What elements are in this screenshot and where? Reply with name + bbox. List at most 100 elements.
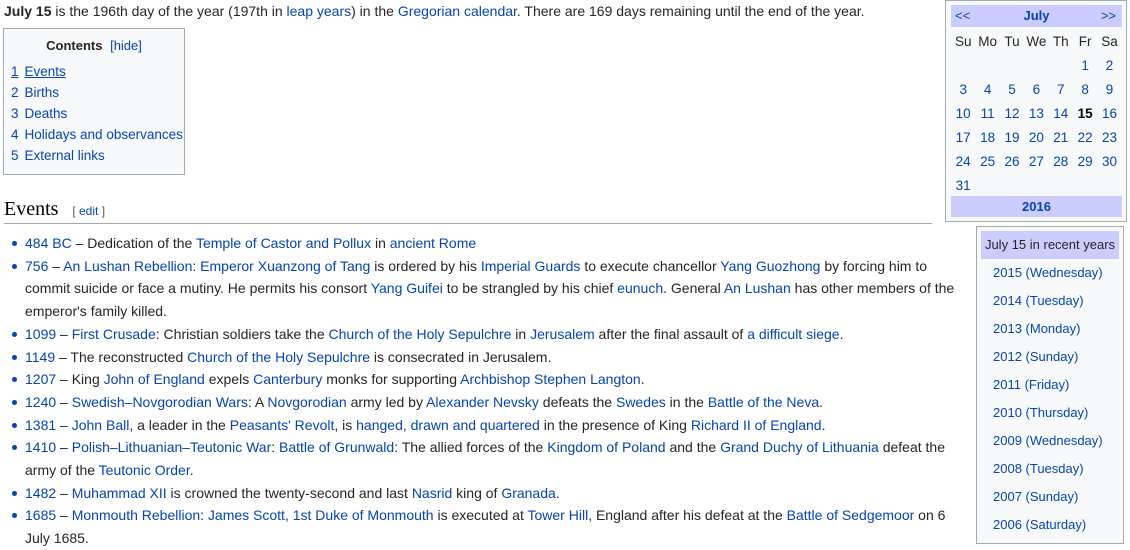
event-link[interactable]: Grand Duchy of Lithuania bbox=[720, 439, 879, 455]
recent-year-link[interactable]: 2010 (Thursday) bbox=[977, 399, 1123, 427]
event-link[interactable]: 1482 bbox=[25, 485, 56, 501]
calendar-day[interactable]: 19 bbox=[1000, 130, 1024, 145]
recent-year-link[interactable]: 2006 (Saturday) bbox=[977, 511, 1123, 539]
recent-year-link[interactable]: 2012 (Sunday) bbox=[977, 343, 1123, 371]
event-link[interactable]: 1381 bbox=[25, 417, 56, 433]
event-link[interactable]: 1099 bbox=[25, 326, 56, 342]
calendar-day[interactable]: 3 bbox=[951, 82, 975, 97]
calendar-day[interactable]: 2 bbox=[1097, 58, 1121, 73]
calendar-day[interactable]: 27 bbox=[1024, 154, 1048, 169]
recent-year-link[interactable]: 2015 (Wednesday) bbox=[977, 259, 1123, 287]
recent-year-link[interactable]: 2014 (Tuesday) bbox=[977, 287, 1123, 315]
recent-year-link[interactable]: 2009 (Wednesday) bbox=[977, 427, 1123, 455]
calendar-day[interactable]: 18 bbox=[975, 130, 999, 145]
event-link[interactable]: Archbishop Stephen Langton bbox=[460, 371, 641, 387]
event-link[interactable]: Swedish–Novgorodian Wars bbox=[72, 394, 248, 410]
calendar-year[interactable]: 2016 bbox=[951, 196, 1122, 217]
event-link[interactable]: Monmouth Rebellion bbox=[72, 507, 200, 523]
event-link[interactable]: Battle of the Neva bbox=[708, 394, 819, 410]
event-link[interactable]: ancient Rome bbox=[390, 235, 476, 251]
calendar-day[interactable]: 21 bbox=[1049, 130, 1073, 145]
toc-item[interactable]: 4 Holidays and observances bbox=[11, 124, 184, 145]
toc-item[interactable]: 2 Births bbox=[11, 82, 184, 103]
calendar-day[interactable]: 7 bbox=[1049, 82, 1073, 97]
event-link[interactable]: An Lushan Rebellion bbox=[63, 258, 192, 274]
event-link[interactable]: Nasrid bbox=[412, 485, 452, 501]
event-link[interactable]: 1207 bbox=[25, 371, 56, 387]
recent-year-link[interactable]: 2007 (Sunday) bbox=[977, 483, 1123, 511]
event-link[interactable]: Kingdom of Poland bbox=[547, 439, 665, 455]
event-link[interactable]: Alexander Nevsky bbox=[426, 394, 539, 410]
calendar-next-button[interactable]: >> bbox=[1101, 8, 1116, 23]
calendar-day[interactable]: 30 bbox=[1097, 154, 1121, 169]
toc-item[interactable]: 3 Deaths bbox=[11, 103, 184, 124]
calendar-day[interactable]: 22 bbox=[1073, 130, 1097, 145]
event-link[interactable]: Canterbury bbox=[253, 371, 322, 387]
event-link[interactable]: Church of the Holy Sepulchre bbox=[329, 326, 512, 342]
event-link[interactable]: Granada bbox=[501, 485, 555, 501]
gregorian-calendar-link[interactable]: Gregorian calendar bbox=[398, 3, 517, 19]
calendar-day[interactable]: 13 bbox=[1024, 106, 1048, 121]
event-link[interactable]: John of England bbox=[104, 371, 205, 387]
event-link[interactable]: Richard II of England bbox=[691, 417, 822, 433]
event-link[interactable]: First Crusade bbox=[72, 326, 156, 342]
event-link[interactable]: Church of the Holy Sepulchre bbox=[187, 349, 370, 365]
event-link[interactable]: Yang Guifei bbox=[371, 280, 443, 296]
event-link[interactable]: Jerusalem bbox=[530, 326, 595, 342]
event-link[interactable]: Imperial Guards bbox=[481, 258, 581, 274]
event-link[interactable]: Battle of Sedgemoor bbox=[787, 507, 915, 523]
toc-item[interactable]: 1 Events bbox=[11, 61, 184, 82]
calendar-day[interactable]: 9 bbox=[1097, 82, 1121, 97]
event-link[interactable]: hanged, drawn and quartered bbox=[356, 417, 540, 433]
event-link[interactable]: Teutonic Order bbox=[99, 462, 190, 478]
calendar-prev-button[interactable]: << bbox=[955, 8, 970, 23]
event-link[interactable]: Yang Guozhong bbox=[720, 258, 820, 274]
event-link[interactable]: John Ball bbox=[72, 417, 130, 433]
calendar-day[interactable]: 28 bbox=[1049, 154, 1073, 169]
calendar-day[interactable]: 24 bbox=[951, 154, 975, 169]
calendar-day[interactable]: 10 bbox=[951, 106, 975, 121]
calendar-day[interactable]: 11 bbox=[975, 106, 999, 121]
event-link[interactable]: Novgorodian bbox=[267, 394, 346, 410]
recent-year-link[interactable]: 2011 (Friday) bbox=[977, 371, 1123, 399]
calendar-day[interactable]: 23 bbox=[1097, 130, 1121, 145]
event-link[interactable]: eunuch bbox=[617, 280, 663, 296]
edit-link[interactable]: edit bbox=[79, 204, 98, 218]
calendar-day[interactable]: 20 bbox=[1024, 130, 1048, 145]
event-link[interactable]: 1149 bbox=[25, 349, 55, 365]
event-link[interactable]: Muhammad XII bbox=[72, 485, 167, 501]
leap-years-link[interactable]: leap years bbox=[287, 3, 352, 19]
calendar-day[interactable]: 6 bbox=[1024, 82, 1048, 97]
calendar-day[interactable]: 17 bbox=[951, 130, 975, 145]
event-link[interactable]: An Lushan bbox=[724, 280, 791, 296]
event-link[interactable]: Temple of Castor and Pollux bbox=[196, 235, 371, 251]
calendar-day[interactable]: 1 bbox=[1073, 58, 1097, 73]
event-link[interactable]: 1240 bbox=[25, 394, 56, 410]
toc-hide-toggle[interactable]: [hide] bbox=[110, 38, 142, 53]
calendar-day[interactable]: 4 bbox=[975, 82, 999, 97]
event-link[interactable]: Peasants' Revolt bbox=[230, 417, 335, 433]
event-link[interactable]: Swedes bbox=[616, 394, 666, 410]
event-link[interactable]: Emperor Xuanzong of Tang bbox=[200, 258, 370, 274]
toc-item[interactable]: 5 External links bbox=[11, 145, 184, 166]
calendar-day[interactable]: 14 bbox=[1049, 106, 1073, 121]
calendar-day[interactable]: 26 bbox=[1000, 154, 1024, 169]
calendar-day[interactable]: 16 bbox=[1097, 106, 1121, 121]
event-link[interactable]: Polish–Lithuanian–Teutonic War bbox=[72, 439, 272, 455]
calendar-day[interactable]: 31 bbox=[951, 178, 975, 193]
event-link[interactable]: 484 BC bbox=[25, 235, 72, 251]
event-link[interactable]: 756 bbox=[25, 258, 48, 274]
calendar-day[interactable]: 25 bbox=[975, 154, 999, 169]
event-link[interactable]: James Scott, 1st Duke of Monmouth bbox=[208, 507, 434, 523]
calendar-month[interactable]: July bbox=[951, 8, 1122, 23]
recent-year-link[interactable]: 2008 (Tuesday) bbox=[977, 455, 1123, 483]
calendar-day[interactable]: 29 bbox=[1073, 154, 1097, 169]
calendar-day[interactable]: 8 bbox=[1073, 82, 1097, 97]
event-link[interactable]: Battle of Grunwald bbox=[279, 439, 394, 455]
calendar-day[interactable]: 5 bbox=[1000, 82, 1024, 97]
event-link[interactable]: 1685 bbox=[25, 507, 56, 523]
event-link[interactable]: 1410 bbox=[25, 439, 56, 455]
calendar-day[interactable]: 12 bbox=[1000, 106, 1024, 121]
recent-year-link[interactable]: 2013 (Monday) bbox=[977, 315, 1123, 343]
event-link[interactable]: Tower Hill bbox=[528, 507, 589, 523]
